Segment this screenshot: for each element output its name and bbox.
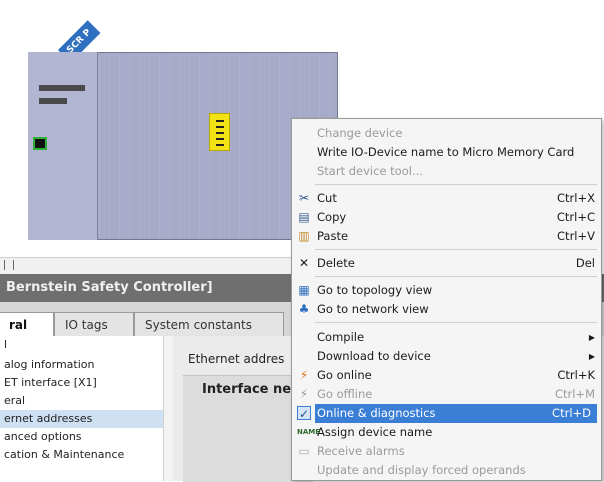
menu-topology-view[interactable]: ▦ Go to topology view: [292, 281, 601, 300]
nav-item[interactable]: anced options: [4, 428, 82, 446]
tab-io-tags[interactable]: IO tags: [54, 312, 134, 336]
menu-network-view[interactable]: ♣ Go to network view: [292, 300, 601, 319]
horizontal-scrollbar[interactable]: [0, 257, 300, 275]
nav-item-selected[interactable]: ernet addresses: [0, 410, 164, 428]
interface-networked-label: Interface net: [202, 382, 298, 397]
nav-item[interactable]: ET interface [X1]: [4, 374, 97, 392]
menu-go-online[interactable]: ⚡ Go online Ctrl+K: [292, 366, 601, 385]
nav-item[interactable]: l: [4, 336, 7, 354]
menu-cut[interactable]: ✂ Cut Ctrl+X: [292, 189, 601, 208]
menu-compile[interactable]: Compile ▶: [292, 328, 601, 347]
go-offline-icon: ⚡: [299, 387, 309, 401]
submenu-arrow-icon: ▶: [588, 333, 595, 342]
cpu-label-bar: [39, 85, 85, 91]
menu-update-forced-operands[interactable]: Update and display forced operands: [292, 461, 601, 480]
menu-receive-alarms[interactable]: ▭ Receive alarms: [292, 442, 601, 461]
nav-scrollbar[interactable]: [163, 336, 173, 481]
menu-go-offline[interactable]: ⚡ Go offline Ctrl+M: [292, 385, 601, 404]
nav-item[interactable]: alog information: [4, 356, 95, 374]
properties-nav: l alog information ET interface [X1] era…: [0, 336, 173, 481]
menu-paste[interactable]: ▥ Paste Ctrl+V: [292, 227, 601, 246]
ethernet-addresses-label: Ethernet addres: [188, 352, 285, 366]
nav-item[interactable]: eral: [4, 392, 25, 410]
scrollbar-thumb[interactable]: [4, 260, 14, 270]
network-icon: ♣: [298, 302, 310, 316]
delete-x-icon: ✕: [298, 256, 310, 270]
diagnostics-icon: ✓: [297, 406, 311, 421]
tab-system-constants[interactable]: System constants: [134, 312, 284, 336]
menu-delete[interactable]: ✕ Delete Del: [292, 254, 601, 273]
scissors-icon: ✂: [298, 191, 310, 205]
go-online-icon: ⚡: [299, 368, 309, 382]
menu-copy[interactable]: ▤ Copy Ctrl+C: [292, 208, 601, 227]
copy-icon: ▤: [298, 210, 310, 224]
submenu-arrow-icon: ▶: [588, 352, 595, 361]
tab-general[interactable]: ral: [0, 312, 54, 337]
nav-item[interactable]: cation & Maintenance: [4, 446, 124, 464]
menu-download-to-device[interactable]: Download to device ▶: [292, 347, 601, 366]
assign-name-icon: NAME: [297, 428, 321, 436]
cpu-label-bar: [39, 98, 67, 104]
menu-assign-device-name[interactable]: NAME Assign device name: [292, 423, 601, 442]
safety-module[interactable]: [209, 113, 230, 151]
context-menu: Change device Write IO-Device name to Mi…: [291, 118, 602, 481]
port-led-icon: [33, 137, 47, 150]
menu-online-diagnostics[interactable]: ✓ Online & diagnostics Ctrl+D: [297, 404, 597, 423]
alarm-icon: ▭: [298, 444, 310, 458]
menu-start-device-tool[interactable]: Start device tool...: [292, 162, 601, 181]
topology-icon: ▦: [298, 283, 310, 297]
menu-write-io-device-name[interactable]: Write IO-Device name to Micro Memory Car…: [292, 143, 601, 162]
menu-change-device[interactable]: Change device: [292, 124, 601, 143]
paste-icon: ▥: [298, 229, 310, 243]
